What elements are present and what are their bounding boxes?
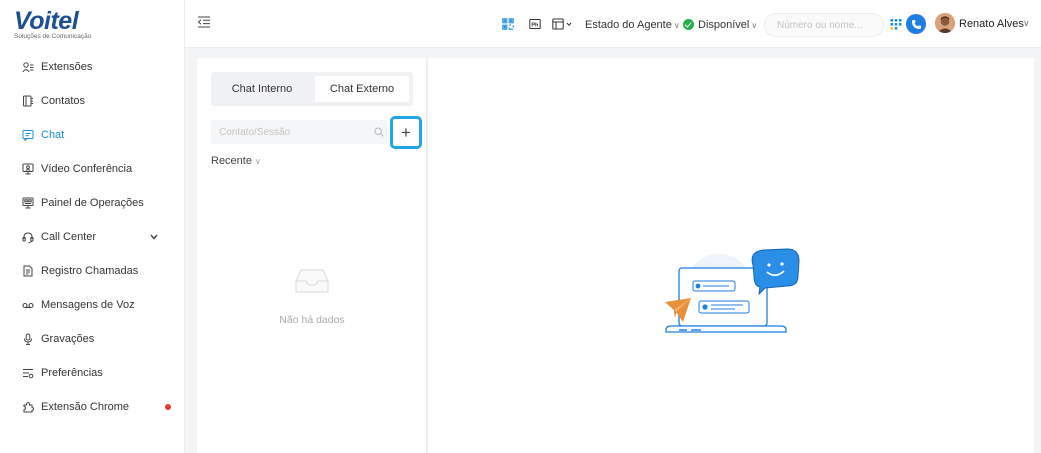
chat-list-panel: Chat Interno Chat Externo + Recente∨ Não… — [197, 58, 427, 453]
svg-text:Ph: Ph — [531, 22, 539, 28]
sidebar-item-label: Extensões — [41, 61, 93, 73]
tab-chat-interno[interactable]: Chat Interno — [215, 76, 309, 102]
extensions-icon — [22, 61, 34, 73]
agent-status-label: Estado do Agente — [585, 19, 672, 31]
chevron-down-icon: ∨ — [751, 21, 758, 30]
logo-tagline: Soluções de Comunicação — [14, 33, 92, 40]
sidebar-item-label: Chat — [41, 129, 65, 141]
chat-tabs: Chat Interno Chat Externo — [211, 72, 413, 106]
recent-filter-dropdown[interactable]: Recente ∨ — [211, 155, 261, 167]
tab-chat-externo[interactable]: Chat Externo — [315, 76, 409, 102]
sidebar-item-label: Call Center — [41, 231, 97, 243]
sidebar-item-chat[interactable]: Chat — [0, 118, 185, 152]
empty-state-text: Não há dados — [279, 314, 345, 326]
sidebar-item-label: Registro Chamadas — [41, 265, 139, 277]
call-button[interactable] — [906, 14, 926, 34]
sidebar-item-label: Contatos — [41, 95, 86, 107]
search-icon[interactable] — [374, 127, 384, 137]
sidebar-item-extensao-chrome[interactable]: Extensão Chrome — [0, 390, 185, 424]
logo-wordmark: Voitel — [14, 7, 79, 35]
sidebar-nav: Extensões Contatos Chat Vídeo Conferênci… — [0, 50, 185, 424]
availability-label: Disponível — [698, 19, 750, 31]
voicemail-icon — [22, 299, 34, 311]
user-name[interactable]: Renato Alves — [959, 18, 1024, 30]
chevron-down-icon: ∨ — [673, 21, 680, 30]
sidebar-item-preferencias[interactable]: Preferências — [0, 356, 185, 390]
dialpad-icon[interactable] — [890, 18, 902, 30]
video-conference-icon — [22, 163, 34, 175]
layout-menu-icon[interactable] — [552, 18, 574, 30]
contact-session-search-input[interactable] — [211, 120, 387, 144]
chevron-down-icon[interactable]: ∨ — [1023, 18, 1030, 29]
phone-label-icon[interactable]: Ph — [529, 18, 541, 30]
chat-empty-illustration — [661, 248, 806, 343]
chrome-extension-icon — [22, 401, 34, 413]
sidebar: Voitel Soluções de Comunicação Extensões… — [0, 0, 185, 453]
sidebar-item-gravacoes[interactable]: Gravações — [0, 322, 185, 356]
logo[interactable]: Voitel Soluções de Comunicação — [14, 8, 91, 40]
sidebar-item-label: Preferências — [41, 367, 103, 379]
call-log-icon — [22, 265, 34, 277]
microphone-icon — [22, 333, 34, 345]
add-chat-button[interactable]: + — [390, 116, 422, 149]
sidebar-item-label: Gravações — [41, 333, 95, 345]
preferences-icon — [22, 367, 34, 379]
sidebar-item-label: Painel de Operações — [41, 197, 144, 209]
chevron-down-icon: ∨ — [254, 157, 261, 166]
operations-panel-icon — [22, 197, 34, 209]
agent-status-dropdown[interactable]: Estado do Agente ∨ — [585, 19, 680, 31]
sidebar-item-registro-chamadas[interactable]: Registro Chamadas — [0, 254, 185, 288]
availability-dropdown[interactable]: Disponível ∨ — [698, 19, 757, 31]
number-search-input[interactable] — [764, 13, 884, 37]
empty-inbox-icon — [295, 268, 329, 294]
notification-badge — [165, 404, 171, 410]
sidebar-item-contatos[interactable]: Contatos — [0, 84, 185, 118]
sidebar-item-label: Mensagens de Voz — [41, 299, 135, 311]
sidebar-item-label: Vídeo Conferência — [41, 163, 133, 175]
sidebar-item-call-center[interactable]: Call Center — [0, 220, 185, 254]
recent-filter-label: Recente — [211, 155, 252, 167]
top-header: Ph Estado do Agente∨ Disponível∨ Renato … — [185, 0, 1041, 48]
phone-icon — [911, 19, 921, 29]
headset-icon — [22, 231, 34, 243]
sidebar-item-extensoes[interactable]: Extensões — [0, 50, 185, 84]
chevron-down-icon[interactable] — [150, 232, 158, 242]
contacts-icon — [22, 95, 34, 107]
sidebar-item-mensagens-de-voz[interactable]: Mensagens de Voz — [0, 288, 185, 322]
menu-collapse-icon[interactable] — [197, 15, 211, 29]
chat-icon — [22, 129, 34, 141]
sidebar-item-label: Extensão Chrome — [41, 401, 130, 413]
conversation-panel — [428, 58, 1034, 453]
avatar[interactable] — [935, 13, 955, 33]
sidebar-item-video-conferencia[interactable]: Vídeo Conferência — [0, 152, 185, 186]
qr-code-icon[interactable] — [502, 18, 514, 30]
available-status-icon — [683, 19, 694, 30]
sidebar-item-painel-de-operacoes[interactable]: Painel de Operações — [0, 186, 185, 220]
